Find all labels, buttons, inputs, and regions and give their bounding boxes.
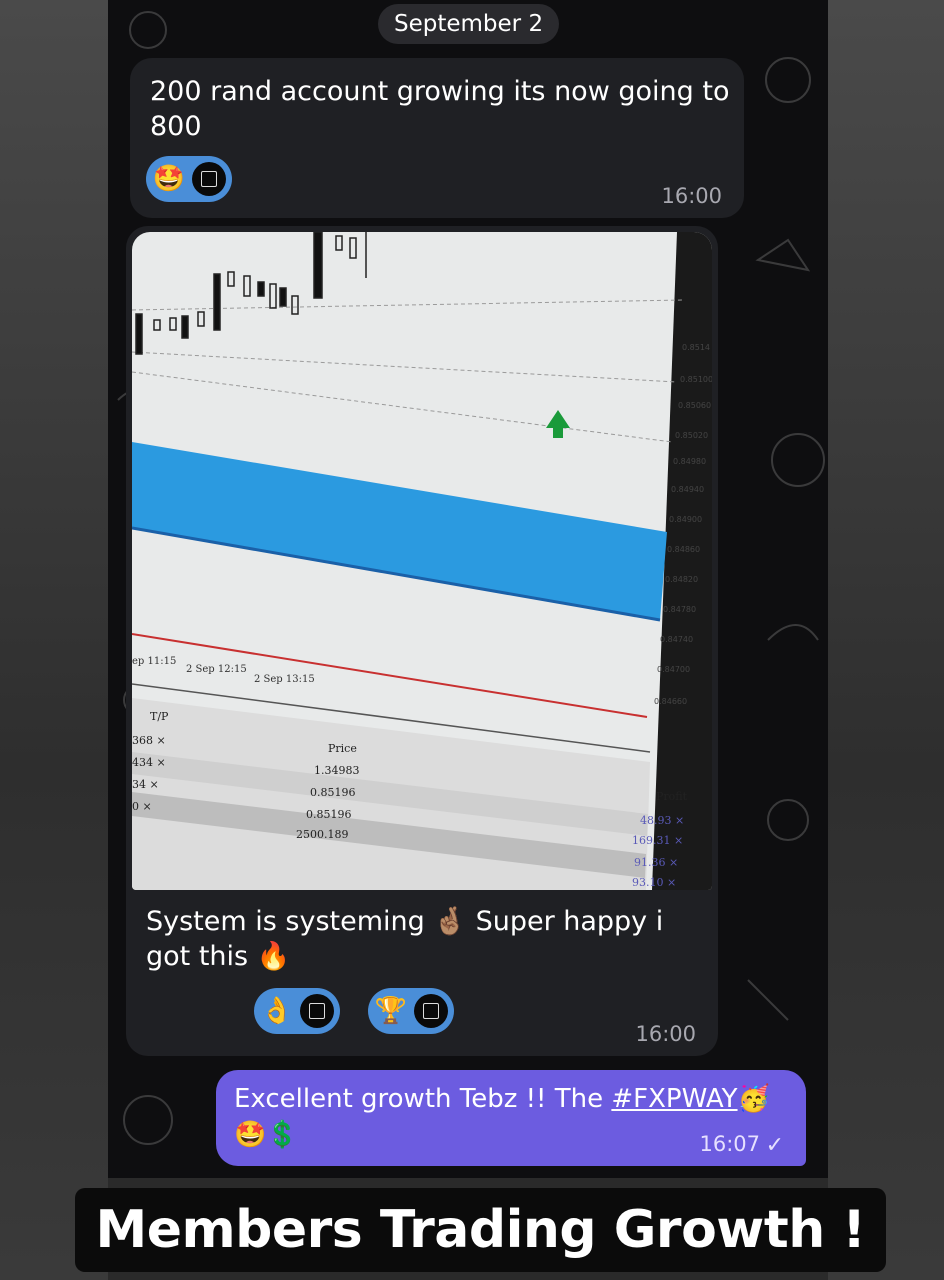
hashtag-link[interactable]: #FXPWAY [611,1084,737,1114]
chat-window[interactable]: September 2 200 rand account growing its… [108,0,828,1178]
tp-cell: 0 × [132,800,152,813]
price-cell: 1.34983 [314,764,360,777]
message-bubble-2[interactable]: 0.8514 0.85100 0.85060 0.85020 0.84980 0… [126,226,718,1056]
left-backdrop [0,0,108,1280]
trading-chart: 0.8514 0.85100 0.85060 0.85020 0.84980 0… [132,232,712,890]
price-tick: 0.84900 [669,515,702,524]
tp-cell: 368 × [132,734,166,747]
profit-cell: 169.31 × [632,834,683,847]
message-emoji-line: 🤩💲 [234,1120,299,1150]
price-cell: 2500.189 [296,828,349,841]
message-bubble-3[interactable]: Excellent growth Tebz !! The #FXPWAY🥳 🤩💲… [216,1070,806,1166]
profit-cell: 48.93 × [640,814,684,827]
message-text: System is systeming 🤞🏽 Super happy i got… [146,906,664,972]
price-header: Price [328,742,357,755]
price-tick: 0.84940 [671,485,704,494]
profit-cell: 93.10 × [632,876,676,889]
message-time: 16:00 [635,1022,696,1046]
price-cell: 0.85196 [310,786,356,799]
price-tick: 0.85060 [678,401,711,410]
price-tick: 0.84980 [673,457,706,466]
date-header: September 2 [378,4,560,44]
tp-header: T/P [150,710,169,723]
reaction-trophy[interactable]: 🏆 [368,988,454,1034]
reactor-avatar [414,994,448,1028]
price-tick: 0.84700 [657,665,690,674]
message-bubble-1[interactable]: 200 rand account growing its now going t… [130,58,744,218]
price-tick: 0.84660 [654,697,687,706]
price-tick: 0.84740 [660,635,693,644]
time-tick: ep 11:15 [132,656,176,667]
message-text: 200 rand account growing its now going t… [150,76,730,142]
reaction-starstruck[interactable]: 🤩 [146,156,232,202]
price-tick: 0.84860 [667,545,700,554]
reactor-avatar [300,994,334,1028]
price-cell: 0.85196 [306,808,352,821]
profit-header: Profit [656,790,688,803]
inline-emoji: 🥳 [737,1084,770,1114]
caption-banner: Members Trading Growth ! [75,1188,886,1272]
reaction-ok-hand[interactable]: 👌 [254,988,340,1034]
message-text-prefix: Excellent growth Tebz !! The [234,1084,612,1114]
price-tick: 0.84820 [665,575,698,584]
reaction-emoji: 🤩 [152,164,186,194]
chart-photo[interactable]: 0.8514 0.85100 0.85060 0.85020 0.84980 0… [132,232,712,890]
sent-check-icon: ✓ [765,1133,784,1158]
reactor-avatar [192,162,226,196]
profit-cell: 91.36 × [634,856,678,869]
tp-cell: 434 × [132,756,166,769]
price-tick: 0.8514 [682,343,710,352]
reaction-emoji: 🏆 [374,996,408,1026]
time-tick: 2 Sep 12:15 [186,664,247,675]
right-backdrop [828,0,944,1280]
message-time: 16:00 [661,184,722,208]
time-tick: 2 Sep 13:15 [254,674,315,685]
price-tick: 0.85020 [675,431,708,440]
message-text: Excellent growth Tebz !! The #FXPWAY🥳 [234,1084,770,1114]
reaction-emoji: 👌 [260,996,294,1026]
price-tick: 0.84780 [663,605,696,614]
price-tick: 0.85100 [680,375,712,384]
tp-cell: 34 × [132,778,159,791]
message-time: 16:07 [699,1132,760,1156]
